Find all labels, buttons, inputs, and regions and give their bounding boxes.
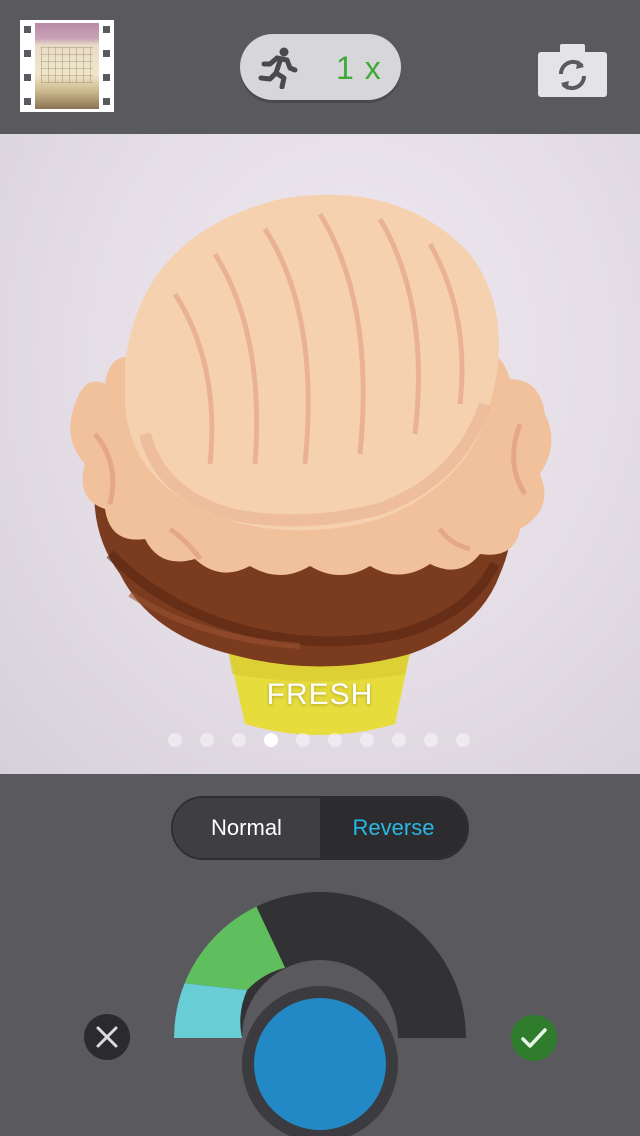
mode-normal-button[interactable]: Normal: [173, 798, 320, 858]
filter-name-label: FRESH: [266, 678, 374, 711]
pager-dot[interactable]: [168, 733, 182, 747]
film-perforation: [103, 26, 110, 33]
speed-value: 1 x: [336, 50, 382, 86]
film-perforation: [24, 74, 31, 81]
pager-dot[interactable]: [328, 733, 342, 747]
record-button[interactable]: [254, 998, 386, 1130]
top-bar: 1 x: [0, 0, 640, 134]
pager-dot[interactable]: [296, 733, 310, 747]
film-perforation: [24, 26, 31, 33]
pager-dot[interactable]: [360, 733, 374, 747]
film-perforation: [24, 50, 31, 57]
pager-dot[interactable]: [456, 733, 470, 747]
film-perforation: [103, 98, 110, 105]
pager-dot-active[interactable]: [264, 733, 278, 747]
confirm-button[interactable]: [511, 1015, 557, 1061]
dial-segment-cyan: [173, 983, 248, 1038]
playback-mode-segmented-control: Normal Reverse: [171, 796, 469, 860]
close-icon: [96, 1026, 118, 1048]
last-clip-thumbnail: [35, 23, 99, 109]
gallery-thumbnail-button[interactable]: [20, 20, 114, 112]
camera-flip-icon[interactable]: [538, 42, 607, 97]
record-dial[interactable]: [170, 886, 470, 1136]
film-perforation: [24, 98, 31, 105]
camera-preview[interactable]: FRESH: [0, 134, 640, 774]
pager-dot[interactable]: [200, 733, 214, 747]
pager-dot[interactable]: [232, 733, 246, 747]
pager-dot[interactable]: [392, 733, 406, 747]
cancel-button[interactable]: [84, 1014, 130, 1060]
mode-reverse-button[interactable]: Reverse: [320, 798, 467, 858]
film-perforation: [103, 50, 110, 57]
filter-pager: [168, 731, 478, 747]
bottom-controls: Normal Reverse: [0, 774, 640, 1136]
checkmark-icon: [521, 1028, 547, 1048]
film-perforation: [103, 74, 110, 81]
pager-dot[interactable]: [424, 733, 438, 747]
running-man-icon: [258, 47, 298, 89]
speed-toggle-button[interactable]: 1 x: [240, 34, 401, 100]
